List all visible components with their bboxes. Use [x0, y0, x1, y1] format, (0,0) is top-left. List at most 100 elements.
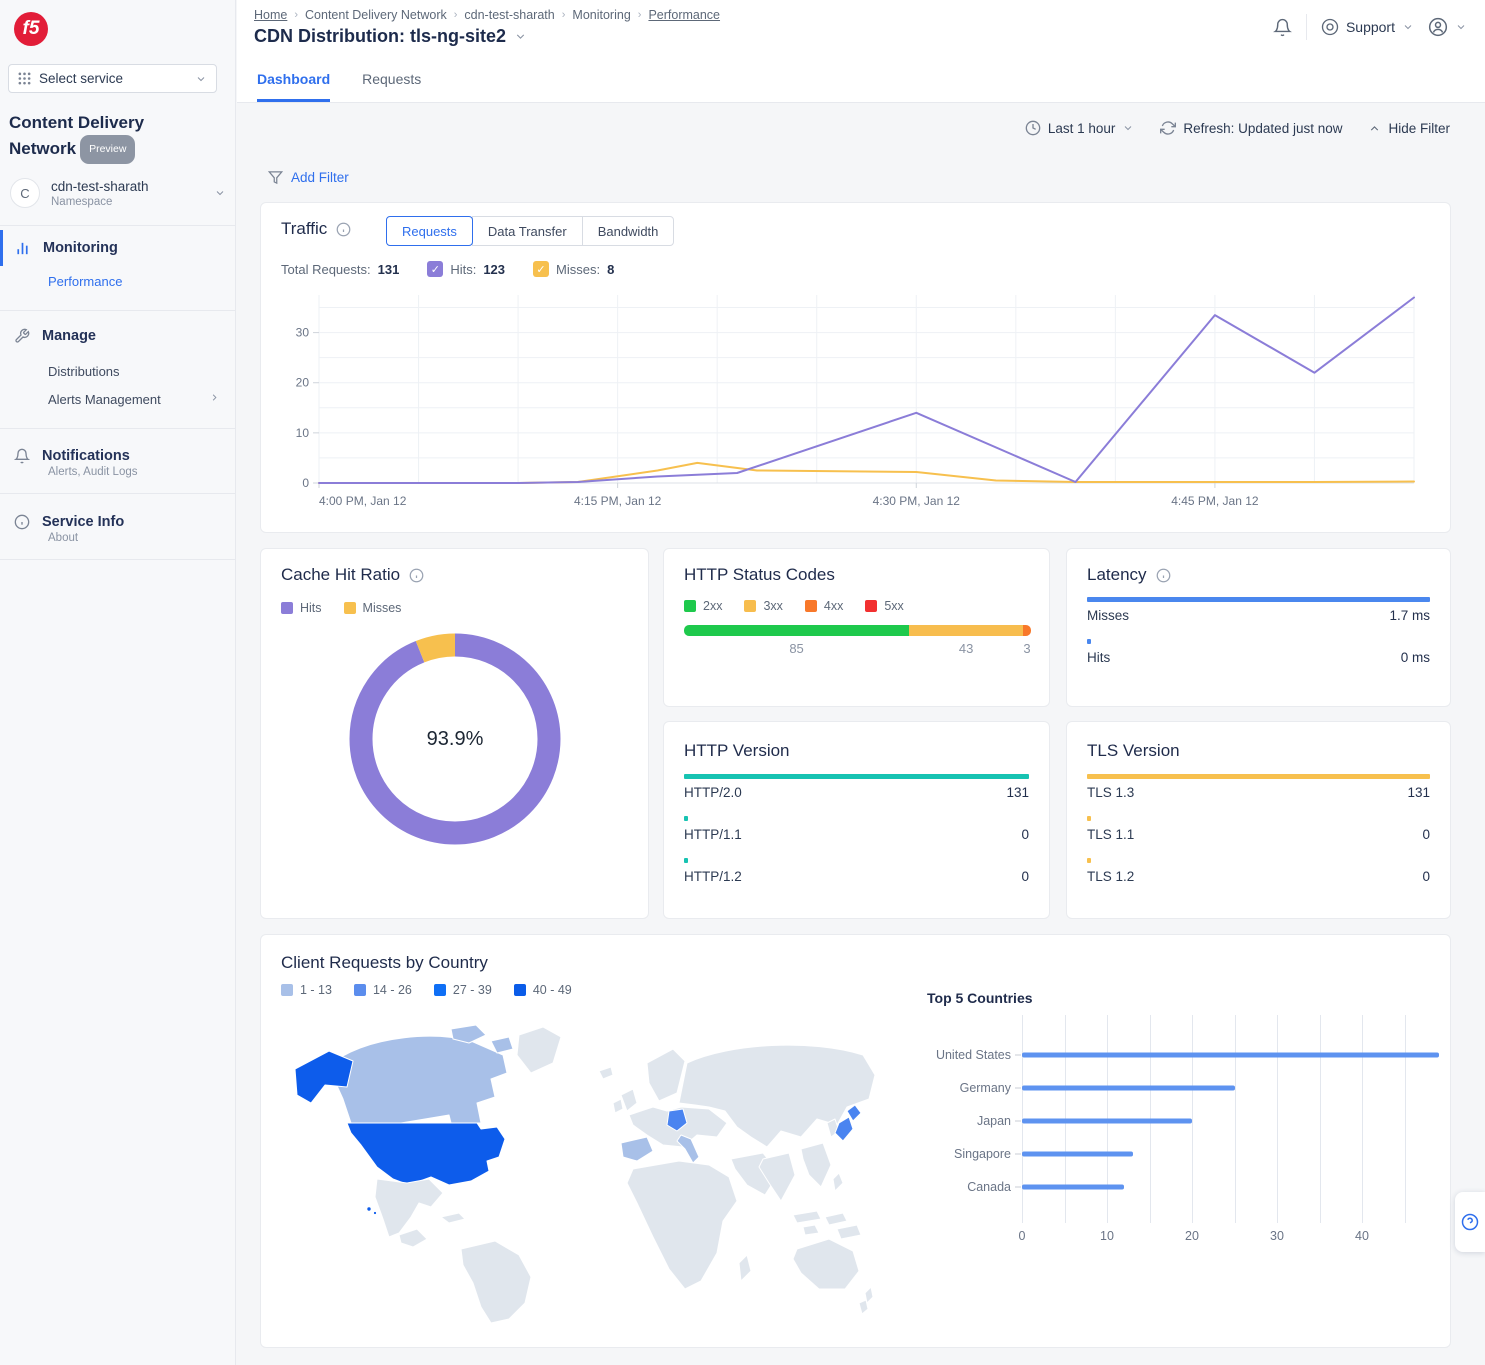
cache-donut-chart[interactable]: 93.9% [349, 633, 561, 845]
axis-tick [1015, 1154, 1021, 1155]
country-label: Canada [927, 1180, 1011, 1194]
http-status-codes-title: HTTP Status Codes [684, 565, 835, 585]
legend-swatch [344, 602, 356, 614]
help-button[interactable] [1455, 1192, 1485, 1252]
traffic-line-chart[interactable]: 01020304:00 PM, Jan 124:15 PM, Jan 124:3… [279, 287, 1432, 519]
country-bar[interactable] [1022, 1185, 1124, 1190]
top5-countries-bar-chart[interactable]: United StatesGermanyJapanSingaporeCanada… [927, 1015, 1447, 1255]
misses-checkbox[interactable]: ✓ Misses:8 [533, 261, 614, 277]
status-segment-value: 85 [684, 641, 909, 656]
breadcrumb-item[interactable]: cdn-test-sharath [464, 8, 554, 22]
legend-item[interactable]: 5xx [865, 599, 903, 613]
bar-row: TLS 1.20 [1087, 858, 1430, 884]
select-service-dropdown[interactable]: Select service [8, 64, 217, 93]
support-label: Support [1346, 19, 1395, 35]
sidebar-item-label: Manage [42, 328, 96, 344]
traffic-tab-bandwidth[interactable]: Bandwidth [582, 216, 675, 246]
country-bar[interactable] [1022, 1053, 1439, 1058]
country-card-title: Client Requests by Country [281, 953, 488, 973]
breadcrumb-item[interactable]: Performance [648, 8, 720, 22]
country-label: United States [927, 1048, 1011, 1062]
gridline [1192, 1015, 1193, 1223]
bell-icon [14, 448, 30, 464]
bar-row-label: Hits [1087, 650, 1110, 665]
legend-swatch [865, 600, 877, 612]
legend-label: 2xx [703, 599, 722, 613]
account-menu[interactable] [1428, 17, 1467, 37]
legend-item[interactable]: 14 - 26 [354, 983, 412, 997]
legend-label: 14 - 26 [373, 983, 412, 997]
bar-chart-icon [14, 240, 31, 257]
legend-label: Hits [300, 601, 322, 615]
chevron-down-icon[interactable] [514, 30, 527, 43]
legend-item[interactable]: 27 - 39 [434, 983, 492, 997]
breadcrumb-separator: › [294, 9, 298, 21]
f5-logo-icon[interactable]: f5 [14, 12, 48, 46]
legend-item[interactable]: 2xx [684, 599, 722, 613]
tab-dashboard[interactable]: Dashboard [257, 71, 330, 102]
legend-label: 40 - 49 [533, 983, 572, 997]
traffic-stats: Total Requests:131 ✓ Hits:123 ✓ Misses:8 [281, 261, 614, 277]
traffic-tab-requests[interactable]: Requests [386, 216, 473, 246]
bar-row: HTTP/2.0131 [684, 774, 1029, 800]
time-range-selector[interactable]: Last 1 hour [1025, 120, 1135, 136]
bar-row: TLS 1.10 [1087, 816, 1430, 842]
support-menu[interactable]: Support [1321, 18, 1414, 36]
sidebar-item-manage[interactable]: Manage [0, 318, 235, 354]
status-legend: 2xx 3xx 4xx 5xx [684, 599, 904, 613]
bar-row: Hits0 ms [1087, 639, 1430, 665]
legend-item[interactable]: 4xx [805, 599, 843, 613]
legend-label: 3xx [763, 599, 782, 613]
traffic-tab-data-transfer[interactable]: Data Transfer [472, 216, 583, 246]
value-bar [684, 858, 688, 863]
info-icon[interactable] [1156, 568, 1171, 583]
axis-tick [1015, 1121, 1021, 1122]
breadcrumb-item[interactable]: Monitoring [572, 8, 630, 22]
hide-filter-toggle[interactable]: Hide Filter [1368, 121, 1450, 136]
gridline [1277, 1015, 1278, 1223]
http-status-codes-card: HTTP Status Codes 2xx3xx4xx5xx 85433 [663, 548, 1050, 707]
info-icon[interactable] [409, 568, 424, 583]
namespace-selector[interactable]: C cdn-test-sharath Namespace [0, 168, 236, 218]
client-requests-by-country-card: Client Requests by Country 1 - 13 14 - 26… [260, 934, 1451, 1348]
breadcrumb-separator: › [638, 9, 642, 21]
hits-checkbox[interactable]: ✓ Hits:123 [427, 261, 505, 277]
breadcrumb-item[interactable]: Content Delivery Network [305, 8, 447, 22]
legend-item[interactable]: 40 - 49 [514, 983, 572, 997]
sidebar-service-info-sub: About [48, 532, 78, 544]
info-icon[interactable] [336, 222, 351, 237]
bar-row-value: 131 [1407, 785, 1430, 800]
legend-item[interactable]: 1 - 13 [281, 983, 332, 997]
chevron-right-icon [209, 392, 220, 407]
refresh-button[interactable]: Refresh: Updated just now [1160, 120, 1342, 136]
sidebar-item-alerts-management[interactable]: Alerts Management [48, 392, 220, 407]
country-bar[interactable] [1022, 1119, 1192, 1124]
axis-tick [1015, 1187, 1021, 1188]
sidebar-item-performance[interactable]: Performance [48, 274, 122, 289]
chevron-up-icon [1368, 122, 1381, 135]
breadcrumb-item[interactable]: Home [254, 8, 287, 22]
help-circle-icon [1461, 1213, 1479, 1231]
world-choropleth-map[interactable] [281, 1011, 881, 1329]
info-icon [14, 514, 30, 530]
bar-row-value: 0 [1021, 869, 1029, 884]
breadcrumb-separator: › [454, 9, 458, 21]
sidebar-item-service-info[interactable]: Service Info [0, 504, 235, 540]
country-bar[interactable] [1022, 1152, 1133, 1157]
wrench-icon [14, 328, 30, 344]
latency-bars: Misses1.7 msHits0 ms [1087, 597, 1430, 681]
tab-requests[interactable]: Requests [362, 71, 421, 102]
legend-item[interactable]: Misses [344, 601, 402, 615]
bell-icon[interactable] [1273, 18, 1292, 37]
sidebar-item-monitoring[interactable]: Monitoring [0, 230, 235, 266]
bar-row-label: HTTP/1.1 [684, 827, 742, 842]
filter-bar: Last 1 hour Refresh: Updated just now Hi… [990, 120, 1450, 136]
sidebar-item-distributions[interactable]: Distributions [48, 364, 120, 379]
legend-item[interactable]: Hits [281, 601, 322, 615]
country-bar[interactable] [1022, 1086, 1235, 1091]
bar-row-label: Misses [1087, 608, 1129, 623]
legend-item[interactable]: 3xx [744, 599, 782, 613]
breadcrumb: Home › Content Delivery Network › cdn-test-s… [254, 8, 720, 22]
status-stacked-bar[interactable] [684, 625, 1031, 636]
add-filter-button[interactable]: Add Filter [268, 170, 349, 185]
